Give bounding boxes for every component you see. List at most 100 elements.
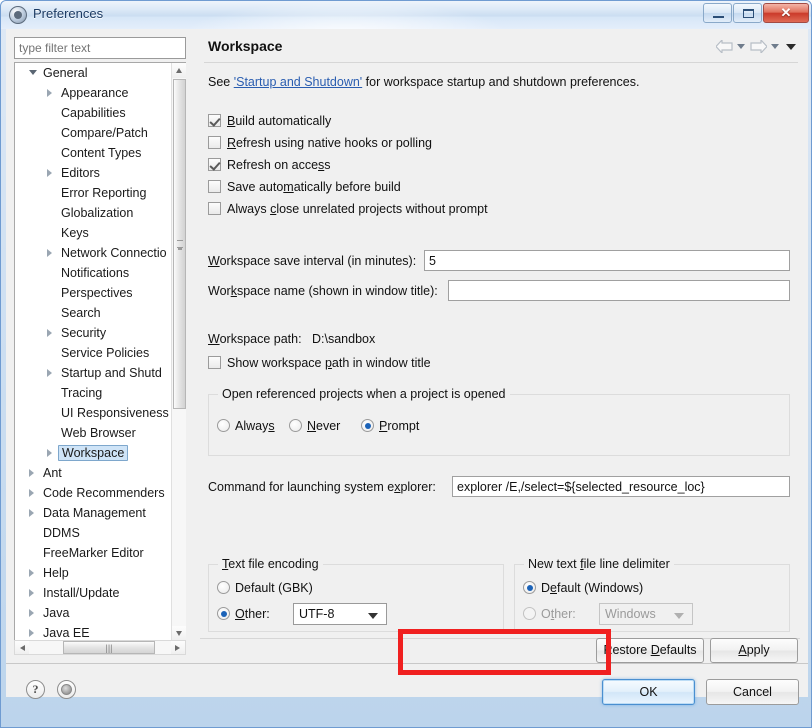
tree-item-appearance[interactable]: Appearance (15, 83, 186, 103)
configure-gear-icon[interactable] (57, 680, 76, 699)
tree-item-label: UI Responsiveness (61, 406, 169, 420)
checkbox-refresh-native-hooks[interactable]: Refresh using native hooks or polling (208, 134, 432, 152)
radio-encoding-default[interactable]: Default (GBK) (217, 579, 313, 597)
expander-collapsed-icon[interactable] (47, 249, 52, 257)
tree-vertical-scrollbar[interactable] (171, 63, 186, 640)
scroll-down-button[interactable] (172, 626, 186, 640)
ok-button[interactable]: OK (602, 679, 695, 705)
expander-collapsed-icon[interactable] (29, 609, 34, 617)
tree-item-ant[interactable]: Ant (15, 463, 186, 483)
maximize-button[interactable] (733, 3, 762, 23)
radio-label: Default (GBK) (235, 581, 313, 595)
workspace-name-input[interactable] (448, 280, 790, 301)
vertical-scroll-thumb[interactable] (173, 79, 186, 409)
forward-arrow-icon[interactable] (748, 37, 768, 55)
title-bar[interactable]: Preferences ✕ (1, 1, 811, 29)
view-menu-icon[interactable] (782, 37, 800, 55)
horizontal-scroll-thumb[interactable]: ||| (63, 641, 155, 654)
footer-divider (6, 663, 808, 664)
delimiter-combo[interactable]: Windows (599, 603, 693, 625)
expander-collapsed-icon[interactable] (29, 569, 34, 577)
tree-item-ui-responsiveness[interactable]: UI Responsiveness (15, 403, 186, 423)
tree-item-label: Search (61, 306, 101, 320)
tree-item-startup-and-shutd[interactable]: Startup and Shutd (15, 363, 186, 383)
tree-item-globalization[interactable]: Globalization (15, 203, 186, 223)
encoding-combo[interactable]: UTF-8 (293, 603, 387, 625)
expander-collapsed-icon[interactable] (29, 589, 34, 597)
tree-item-java[interactable]: Java (15, 603, 186, 623)
tree-item-code-recommenders[interactable]: Code Recommenders (15, 483, 186, 503)
tree-item-label: Editors (61, 166, 100, 180)
expander-collapsed-icon[interactable] (47, 369, 52, 377)
tree-item-list: General Appearance Capabilities Compare/Pat… (15, 63, 186, 640)
tree-item-perspectives[interactable]: Perspectives (15, 283, 186, 303)
minimize-button[interactable] (703, 3, 732, 23)
workspace-path-row: Workspace path: D:\sandbox (208, 332, 376, 346)
tree-item-data-management[interactable]: Data Management (15, 503, 186, 523)
tree-item-search[interactable]: Search (15, 303, 186, 323)
checkbox-close-unrelated-projects[interactable]: Always close unrelated projects without … (208, 200, 488, 218)
cancel-button[interactable]: Cancel (706, 679, 799, 705)
expander-collapsed-icon[interactable] (29, 629, 34, 637)
tree-item-service-policies[interactable]: Service Policies (15, 343, 186, 363)
radio-prompt[interactable]: Prompt (361, 417, 419, 435)
checkbox-save-before-build[interactable]: Save automatically before build (208, 178, 401, 196)
scroll-right-button[interactable] (171, 641, 185, 654)
scroll-left-button[interactable] (15, 641, 29, 654)
tree-item-error-reporting[interactable]: Error Reporting (15, 183, 186, 203)
explorer-command-input[interactable] (452, 476, 790, 497)
checkbox-refresh-on-access[interactable]: Refresh on access (208, 156, 331, 174)
tree-item-label: Notifications (61, 266, 130, 280)
expander-collapsed-icon[interactable] (29, 489, 34, 497)
tree-item-web-browser[interactable]: Web Browser (15, 423, 186, 443)
apply-button[interactable]: Apply (710, 638, 798, 663)
expander-collapsed-icon[interactable] (47, 449, 52, 457)
tree-item-workspace[interactable]: Workspace (15, 443, 186, 463)
preferences-tree[interactable]: General Appearance Capabilities Compare/Pat… (14, 62, 186, 640)
save-interval-input[interactable] (424, 250, 790, 271)
expander-collapsed-icon[interactable] (29, 509, 34, 517)
tree-item-install-update[interactable]: Install/Update (15, 583, 186, 603)
tree-item-capabilities[interactable]: Capabilities (15, 103, 186, 123)
tree-horizontal-scrollbar[interactable]: ||| (14, 640, 186, 655)
tree-item-tracing[interactable]: Tracing (15, 383, 186, 403)
checkbox-build-automatically[interactable]: Build automatically (208, 112, 331, 130)
radio-encoding-other[interactable]: Other: (217, 605, 270, 623)
expander-open-icon[interactable] (29, 70, 37, 79)
tree-item-label: Startup and Shutd (61, 366, 162, 380)
tree-item-compare-patch[interactable]: Compare/Patch (15, 123, 186, 143)
radio-never[interactable]: Never (289, 417, 340, 435)
radio-always[interactable]: Always (217, 417, 275, 435)
tree-item-notifications[interactable]: Notifications (15, 263, 186, 283)
expander-collapsed-icon[interactable] (47, 169, 52, 177)
help-icon[interactable]: ? (26, 680, 45, 699)
restore-defaults-button[interactable]: Restore Defaults (596, 638, 704, 663)
tree-item-label: Compare/Patch (61, 126, 148, 140)
back-dropdown-icon[interactable] (734, 37, 748, 55)
tree-item-general[interactable]: General (15, 63, 186, 83)
tree-item-security[interactable]: Security (15, 323, 186, 343)
tree-item-keys[interactable]: Keys (15, 223, 186, 243)
close-icon: ✕ (780, 5, 792, 20)
radio-delimiter-other[interactable]: Other: (523, 605, 576, 623)
forward-dropdown-icon[interactable] (768, 37, 782, 55)
radio-delimiter-default[interactable]: Default (Windows) (523, 579, 643, 597)
tree-item-freemarker-editor[interactable]: FreeMarker Editor (15, 543, 186, 563)
scroll-up-button[interactable] (172, 63, 186, 78)
expander-collapsed-icon[interactable] (47, 329, 52, 337)
explorer-command-label: Command for launching system explorer: (208, 480, 436, 494)
back-arrow-icon[interactable] (714, 37, 734, 55)
tree-item-java-ee[interactable]: Java EE (15, 623, 186, 640)
dialog-client-area: General Appearance Capabilities Compare/Pat… (6, 29, 808, 697)
checkbox-show-workspace-path[interactable]: Show workspace path in window title (208, 354, 431, 372)
expander-collapsed-icon[interactable] (29, 469, 34, 477)
tree-item-help[interactable]: Help (15, 563, 186, 583)
tree-item-content-types[interactable]: Content Types (15, 143, 186, 163)
tree-item-network-connectio[interactable]: Network Connectio (15, 243, 186, 263)
tree-item-editors[interactable]: Editors (15, 163, 186, 183)
expander-collapsed-icon[interactable] (47, 89, 52, 97)
close-button[interactable]: ✕ (763, 3, 809, 23)
tree-item-ddms[interactable]: DDMS (15, 523, 186, 543)
startup-shutdown-link[interactable]: 'Startup and Shutdown' (234, 75, 362, 89)
filter-input[interactable] (14, 37, 186, 59)
